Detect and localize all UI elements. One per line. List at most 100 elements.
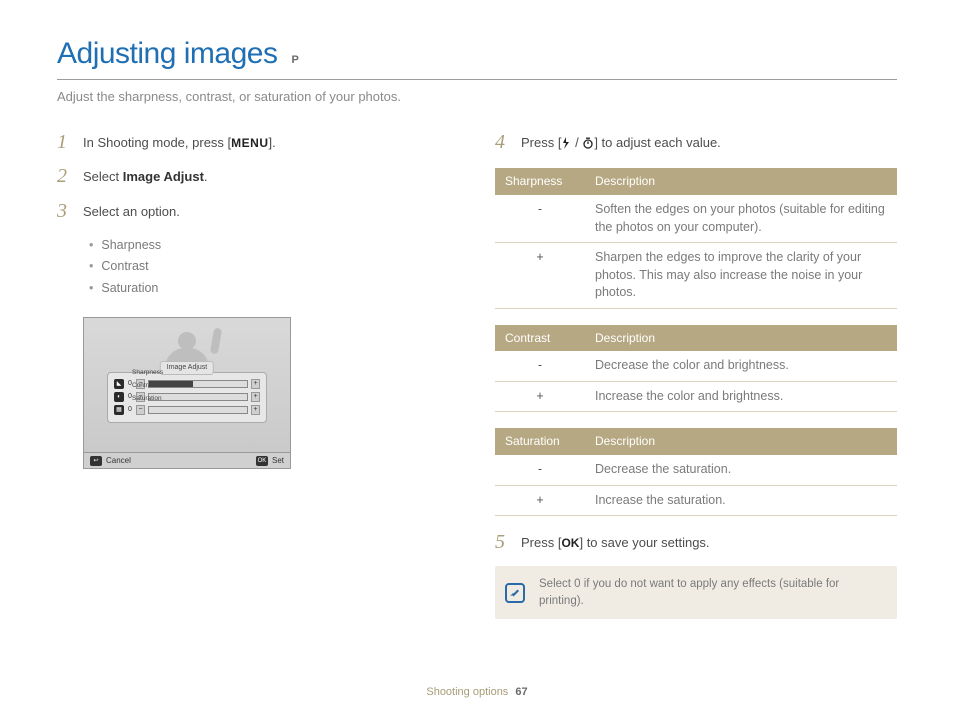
ok-icon: OK: [256, 456, 268, 466]
back-icon: ↩: [90, 456, 102, 466]
menu-button-label: MENU: [231, 136, 268, 150]
page-footer: Shooting options 67: [0, 685, 954, 700]
th: Contrast: [495, 325, 585, 352]
minus-cap: −: [136, 405, 145, 415]
mode-badge: P: [291, 53, 299, 68]
right-column: 4 Press [ / ] to adjust each value. Shar…: [495, 132, 897, 618]
step-5: 5 Press [OK] to save your settings.: [495, 532, 897, 552]
th: Description: [585, 428, 897, 455]
cell-key: -: [495, 455, 585, 485]
ok-button-label: OK: [561, 536, 579, 550]
step-number: 2: [57, 166, 73, 186]
text: Press [: [521, 535, 561, 550]
page-number: 67: [515, 686, 527, 698]
text: ].: [269, 135, 276, 150]
screen-bottom-bar: ↩ Cancel OK Set: [84, 452, 290, 468]
th: Saturation: [495, 428, 585, 455]
list-item: Sharpness: [89, 235, 437, 257]
cancel-hint: ↩ Cancel: [84, 455, 137, 466]
cell-key: +: [495, 485, 585, 516]
saturation-slider: ▦ 0 − +: [114, 405, 260, 415]
slider-label: Saturation: [132, 394, 162, 403]
saturation-icon: ▦: [114, 405, 124, 415]
step-2: 2 Select Image Adjust.: [57, 166, 437, 186]
list-item: Contrast: [89, 256, 437, 278]
step-text: In Shooting mode, press [MENU].: [83, 132, 276, 152]
cell-key: +: [495, 381, 585, 412]
page-header: Adjusting images P: [57, 33, 897, 75]
cell-val: Increase the saturation.: [585, 485, 897, 516]
header-rule: [57, 79, 897, 80]
cell-val: Increase the color and brightness.: [585, 381, 897, 412]
camera-screen-illustration: Image Adjust Sharpness ◣ 0 − + Contrast …: [83, 317, 291, 469]
image-adjust-label: Image Adjust: [123, 169, 204, 184]
text: ] to adjust each value.: [594, 135, 720, 150]
table-row: - Decrease the saturation.: [495, 455, 897, 485]
cell-val: Decrease the color and brightness.: [585, 351, 897, 381]
text: ] to save your settings.: [579, 535, 709, 550]
contrast-icon: ◐: [114, 392, 124, 402]
value-zero: 0: [127, 405, 133, 415]
cell-val: Soften the edges on your photos (suitabl…: [585, 195, 897, 243]
set-hint: OK Set: [250, 455, 290, 466]
table-row: - Soften the edges on your photos (suita…: [495, 195, 897, 243]
set-label: Set: [272, 455, 284, 466]
step-text: Select Image Adjust.: [83, 166, 208, 186]
flash-icon: [561, 136, 571, 154]
page-subtitle: Adjust the sharpness, contrast, or satur…: [57, 88, 897, 106]
sharpness-table: Sharpness Description - Soften the edges…: [495, 168, 897, 308]
note-box: Select 0 if you do not want to apply any…: [495, 566, 897, 618]
step-text: Select an option.: [83, 201, 180, 221]
left-column: 1 In Shooting mode, press [MENU]. 2 Sele…: [57, 132, 437, 618]
step-4: 4 Press [ / ] to adjust each value.: [495, 132, 897, 154]
option-list: Sharpness Contrast Saturation: [89, 235, 437, 300]
th: Description: [585, 168, 897, 195]
text: .: [204, 169, 208, 184]
cell-key: -: [495, 195, 585, 243]
step-number: 5: [495, 532, 511, 552]
step-3: 3 Select an option.: [57, 201, 437, 221]
slash: /: [571, 135, 582, 150]
step-number: 1: [57, 132, 73, 152]
step-text: Press [OK] to save your settings.: [521, 532, 710, 552]
plus-cap: +: [251, 379, 260, 389]
table-header: Contrast Description: [495, 325, 897, 352]
slider-track: [148, 380, 248, 388]
page-title: Adjusting images: [57, 33, 277, 75]
slider-label: Contrast: [132, 381, 157, 390]
note-text: Select 0 if you do not want to apply any…: [539, 578, 839, 606]
slider-track: [148, 393, 248, 401]
text: In Shooting mode, press [: [83, 135, 231, 150]
table-header: Saturation Description: [495, 428, 897, 455]
table-row: + Increase the saturation.: [495, 485, 897, 516]
cancel-label: Cancel: [106, 455, 131, 466]
table-row: + Increase the color and brightness.: [495, 381, 897, 412]
slider-track: [148, 406, 248, 414]
footer-section: Shooting options: [426, 686, 508, 698]
text: Press [: [521, 135, 561, 150]
image-adjust-panel: Image Adjust Sharpness ◣ 0 − + Contrast …: [107, 372, 267, 423]
step-number: 3: [57, 201, 73, 221]
step-1: 1 In Shooting mode, press [MENU].: [57, 132, 437, 152]
sharpness-icon: ◣: [114, 379, 124, 389]
cell-key: +: [495, 243, 585, 309]
th: Description: [585, 325, 897, 352]
step-text: Press [ / ] to adjust each value.: [521, 132, 721, 154]
table-row: + Sharpen the edges to improve the clari…: [495, 243, 897, 309]
th: Sharpness: [495, 168, 585, 195]
plus-cap: +: [251, 405, 260, 415]
cell-key: -: [495, 351, 585, 381]
cell-val: Sharpen the edges to improve the clarity…: [585, 243, 897, 309]
panel-title: Image Adjust: [160, 361, 214, 375]
note-icon: [505, 583, 525, 603]
cell-val: Decrease the saturation.: [585, 455, 897, 485]
table-row: - Decrease the color and brightness.: [495, 351, 897, 381]
text: Select: [83, 169, 123, 184]
plus-cap: +: [251, 392, 260, 402]
timer-icon: [582, 136, 594, 154]
step-number: 4: [495, 132, 511, 152]
list-item: Saturation: [89, 278, 437, 300]
slider-label: Sharpness: [132, 368, 163, 377]
saturation-table: Saturation Description - Decrease the sa…: [495, 428, 897, 516]
table-header: Sharpness Description: [495, 168, 897, 195]
